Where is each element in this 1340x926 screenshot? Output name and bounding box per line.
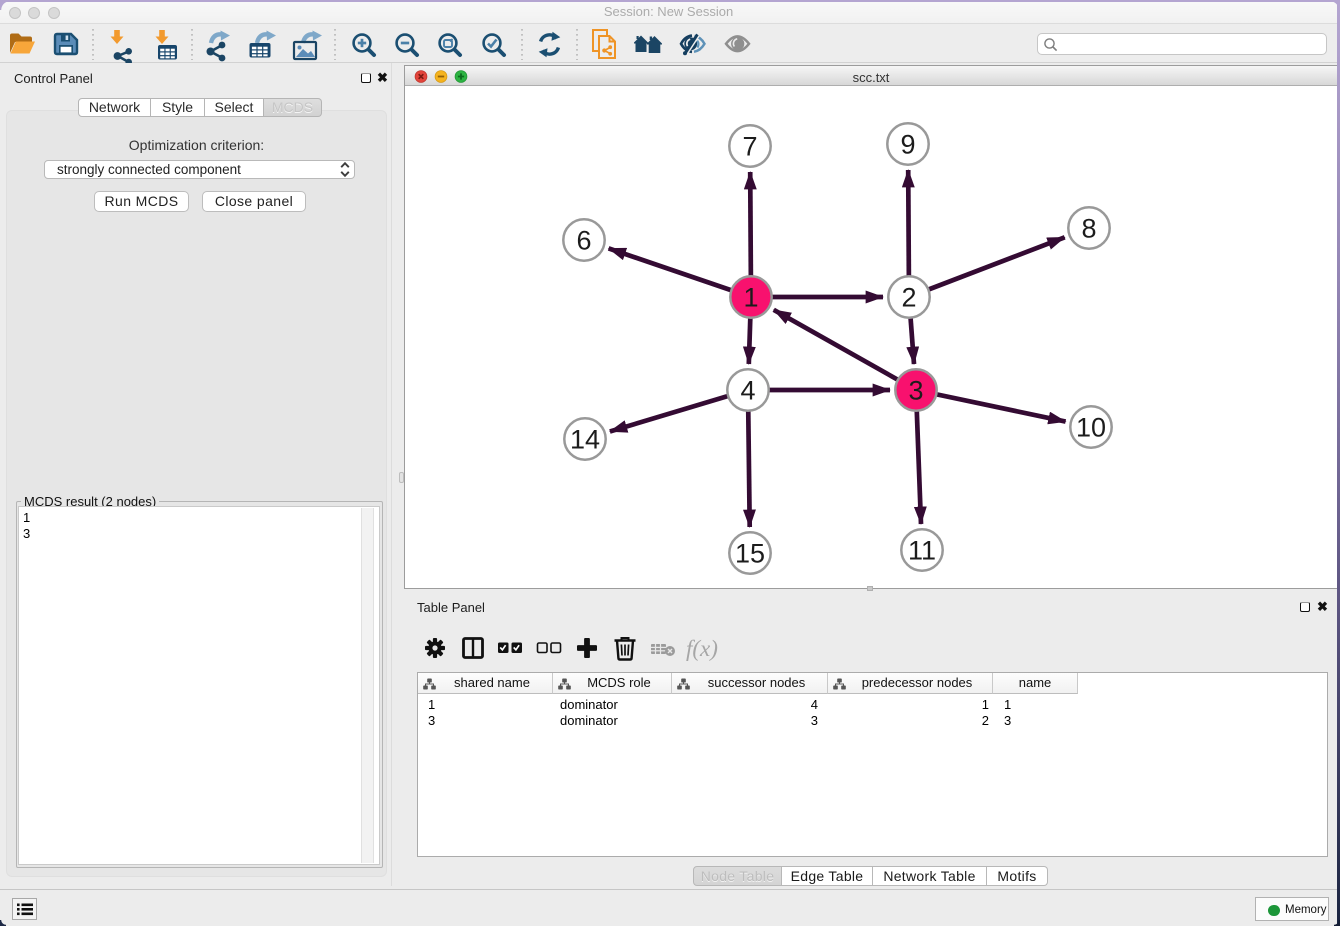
svg-text:4: 4 <box>740 376 755 406</box>
svg-text:7: 7 <box>742 132 757 162</box>
svg-text:14: 14 <box>570 425 600 455</box>
svg-text:9: 9 <box>900 130 915 160</box>
svg-text:15: 15 <box>735 539 765 569</box>
svg-text:3: 3 <box>908 376 923 406</box>
svg-text:6: 6 <box>576 226 591 256</box>
svg-text:8: 8 <box>1081 214 1096 244</box>
svg-text:10: 10 <box>1076 413 1106 443</box>
svg-text:11: 11 <box>908 536 936 566</box>
svg-text:1: 1 <box>743 283 758 313</box>
svg-text:2: 2 <box>901 283 916 313</box>
svg-text:f(x): f(x) <box>686 636 718 661</box>
